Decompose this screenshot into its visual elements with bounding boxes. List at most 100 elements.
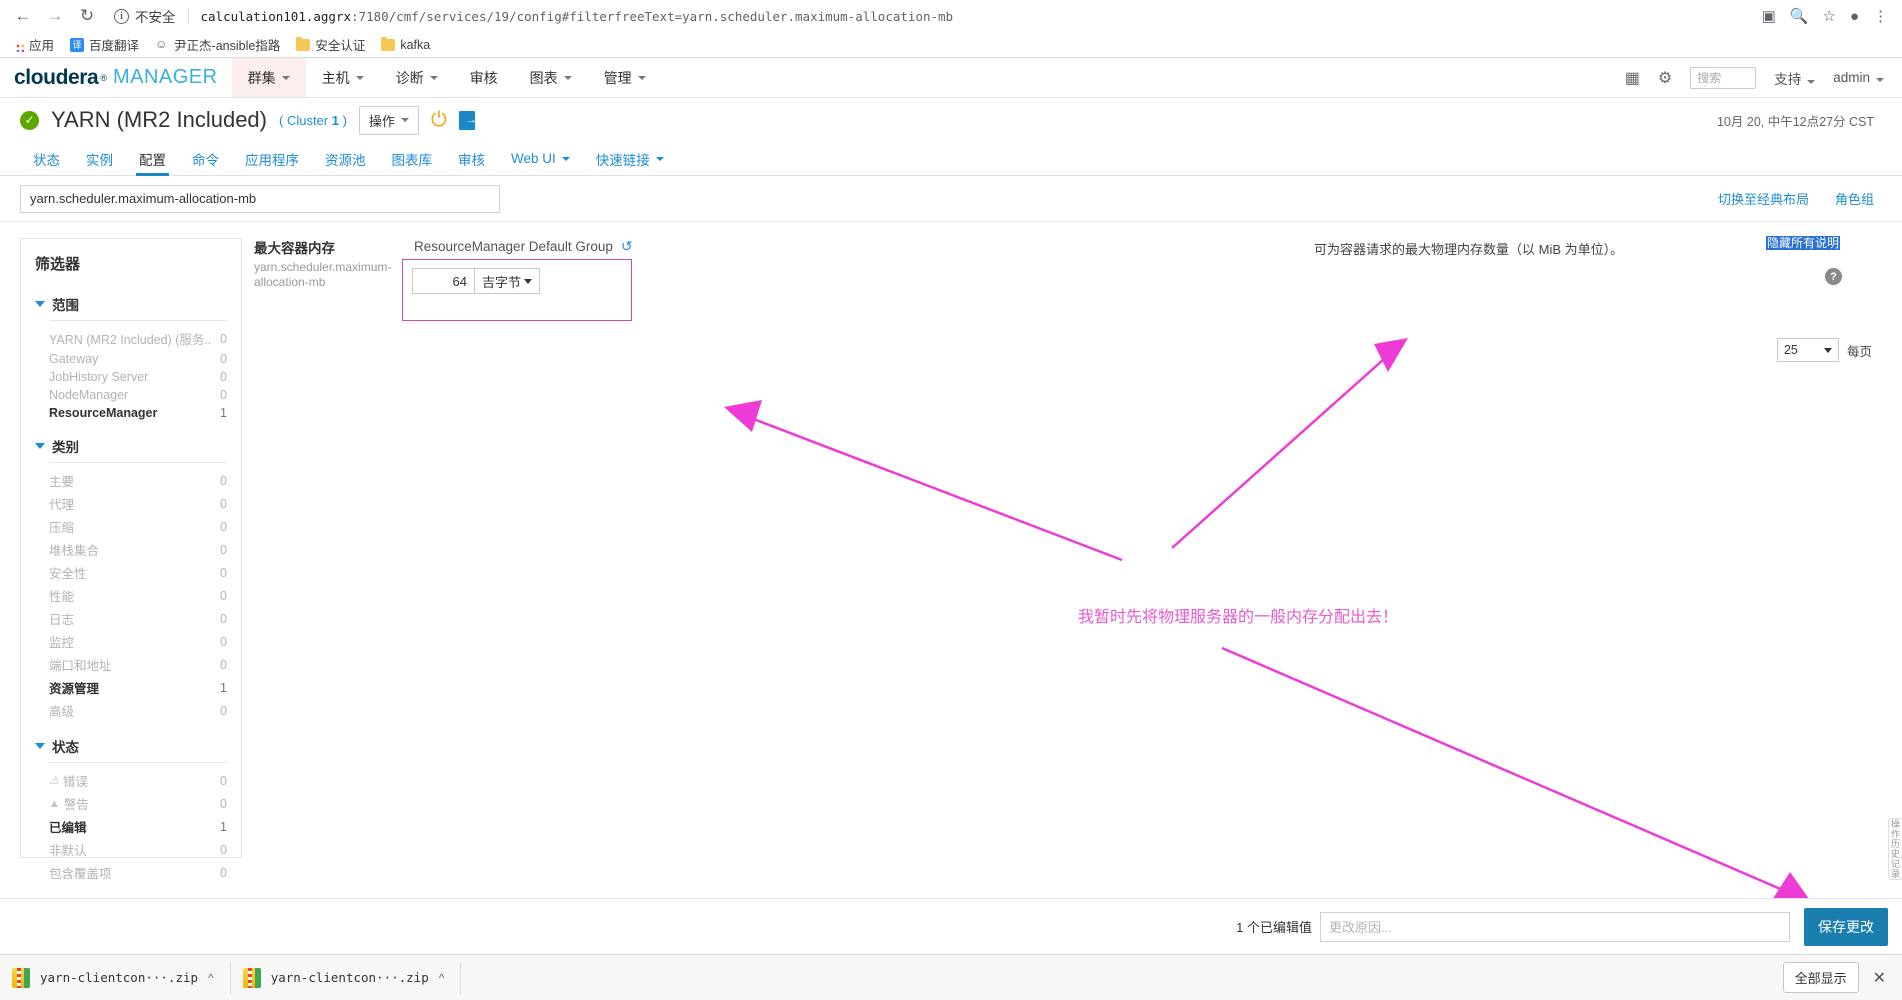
config-value-input[interactable]: 64: [412, 268, 474, 294]
side-panel-toggle[interactable]: 操作历史记录: [1888, 818, 1902, 880]
tab-quick-links[interactable]: 快速链接: [583, 142, 677, 175]
filter-item-main[interactable]: 主要 0: [35, 469, 227, 492]
nav-label: 图表: [529, 69, 558, 86]
tab-resource-pools[interactable]: 资源池: [312, 142, 379, 175]
filter-item-resource-management[interactable]: 资源管理 1: [35, 676, 227, 699]
menu-icon[interactable]: ⋮: [1873, 7, 1888, 25]
filter-item-count: 1: [220, 819, 227, 834]
filter-item-count: 0: [220, 773, 227, 788]
reload-icon[interactable]: ↻: [74, 3, 100, 29]
filter-item-monitoring[interactable]: 监控 0: [35, 630, 227, 653]
tab-label: 实例: [86, 152, 113, 168]
nav-item-administration[interactable]: 管理: [588, 58, 662, 97]
filter-group-header[interactable]: 范围: [35, 294, 227, 318]
filter-group-header[interactable]: 状态: [35, 736, 227, 760]
filter-group-header[interactable]: 类别: [35, 436, 227, 460]
bookmark-baidu-translate[interactable]: 译 百度翻译: [70, 35, 139, 54]
bookmark-kafka-folder[interactable]: kafka: [381, 36, 430, 52]
support-menu[interactable]: 支持: [1774, 68, 1816, 88]
filter-item-label: 资源管理: [49, 682, 100, 696]
filter-item-stacks-collection[interactable]: 堆栈集合 0: [35, 538, 227, 561]
filter-item-resourcemanager[interactable]: ResourceManager 1: [35, 404, 227, 422]
tab-applications[interactable]: 应用程序: [232, 142, 312, 175]
user-menu[interactable]: admin: [1833, 70, 1884, 85]
forward-arrow-icon[interactable]: →: [42, 3, 68, 29]
per-page-select[interactable]: 25: [1776, 338, 1839, 362]
filter-item-compression[interactable]: 压缩 0: [35, 515, 227, 538]
bookmark-security-folder[interactable]: 安全认证: [296, 35, 365, 54]
config-property-key: yarn.scheduler.maximum-allocation-mb: [254, 260, 392, 289]
bookmark-apps[interactable]: 应用: [10, 35, 54, 54]
reset-icon[interactable]: ↺: [621, 238, 633, 255]
translate-icon: 译: [70, 37, 85, 52]
divider: [49, 762, 227, 763]
nav-item-charts[interactable]: 图表: [514, 58, 588, 97]
download-client-config-icon[interactable]: [458, 110, 477, 130]
tab-commands[interactable]: 命令: [179, 142, 232, 175]
change-reason-input[interactable]: 更改原因...: [1320, 911, 1790, 942]
tab-configuration[interactable]: 配置: [126, 142, 179, 176]
nav-item-hosts[interactable]: 主机: [306, 58, 380, 97]
filter-item-jobhistory-server[interactable]: JobHistory Server 0: [35, 368, 227, 386]
download-item[interactable]: yarn-clientcon···.zip ^: [241, 961, 462, 994]
translate-icon[interactable]: ▣: [1762, 7, 1776, 25]
back-arrow-icon[interactable]: ←: [10, 3, 36, 29]
filter-item-label: NodeManager: [49, 388, 129, 402]
tab-web-ui[interactable]: Web UI: [498, 142, 583, 175]
filter-item-count: 0: [220, 657, 227, 672]
role-groups-link[interactable]: 角色组: [1835, 189, 1874, 208]
download-shelf-actions: 全部显示 ✕: [1782, 962, 1892, 993]
logo-cloudera-text: cloudera: [14, 65, 99, 89]
nav-label: 群集: [247, 69, 276, 86]
cloudera-logo[interactable]: cloudera ® MANAGER: [0, 58, 232, 97]
save-changes-button[interactable]: 保存更改: [1804, 907, 1888, 946]
filter-item-yarn-service[interactable]: YARN (MR2 Included) (服务... 0: [35, 327, 227, 350]
filter-item-advanced[interactable]: 高级 0: [35, 699, 227, 722]
filter-item-performance[interactable]: 性能 0: [35, 584, 227, 607]
global-search-input[interactable]: 搜索: [1690, 66, 1757, 89]
tab-audits[interactable]: 审核: [445, 142, 498, 175]
filter-item-warnings[interactable]: ▲ 警告 0: [35, 792, 227, 815]
tab-chart-library[interactable]: 图表库: [379, 142, 446, 175]
parcels-icon[interactable]: ▦: [1625, 68, 1640, 88]
filter-item-has-overrides[interactable]: 包含覆盖项 0: [35, 861, 227, 884]
filter-item-gateway[interactable]: Gateway 0: [35, 350, 227, 368]
filter-item-errors[interactable]: ⚠ 错误 0: [35, 769, 227, 792]
nav-item-clusters[interactable]: 群集: [231, 58, 306, 97]
config-search-input[interactable]: yarn.scheduler.maximum-allocation-mb: [20, 184, 500, 213]
per-page-control: 25 每页: [1776, 338, 1872, 362]
profile-icon[interactable]: ●: [1850, 8, 1859, 25]
filter-item-non-default[interactable]: 非默认 0: [35, 838, 227, 861]
chevron-down-icon: [637, 75, 646, 80]
annotation-text: 我暂时先将物理服务器的一般内存分配出去！: [1078, 609, 1399, 626]
config-search-value: yarn.scheduler.maximum-allocation-mb: [30, 191, 257, 206]
close-icon[interactable]: ✕: [1873, 968, 1886, 988]
tab-instances[interactable]: 实例: [73, 142, 126, 175]
config-unit-select[interactable]: 吉字节: [474, 268, 540, 294]
nav-item-audits[interactable]: 审核: [454, 58, 514, 97]
filter-item-nodemanager[interactable]: NodeManager 0: [35, 386, 227, 404]
filter-item-proxy[interactable]: 代理 0: [35, 492, 227, 515]
bookmark-ansible-guide[interactable]: ☺ 尹正杰-ansible指路: [155, 35, 280, 54]
chevron-up-icon[interactable]: ^: [208, 971, 214, 985]
address-bar[interactable]: i 不安全 calculation101.aggrx:7180/cmf/serv…: [106, 4, 1756, 28]
filter-item-edited[interactable]: 已编辑 1: [35, 815, 227, 838]
help-icon[interactable]: ?: [1825, 268, 1842, 285]
nav-item-diagnostics[interactable]: 诊断: [380, 58, 454, 97]
cluster-link[interactable]: ( Cluster 1 ): [279, 113, 347, 128]
actions-button[interactable]: 操作: [358, 105, 419, 135]
filter-item-security[interactable]: 安全性 0: [35, 561, 227, 584]
download-item[interactable]: yarn-clientcon···.zip ^: [10, 961, 231, 994]
switch-classic-layout-link[interactable]: 切换至经典布局: [1718, 189, 1809, 208]
power-icon[interactable]: ⏻: [431, 109, 447, 132]
bookmark-star-icon[interactable]: ☆: [1822, 7, 1835, 25]
site-info-icon[interactable]: i: [114, 8, 129, 24]
tab-status[interactable]: 状态: [20, 142, 73, 175]
search-icon[interactable]: 🔍: [1790, 7, 1809, 25]
filter-item-ports-and-addresses[interactable]: 端口和地址 0: [35, 653, 227, 676]
filter-item-logs[interactable]: 日志 0: [35, 607, 227, 630]
chevron-up-icon[interactable]: ^: [439, 971, 445, 985]
config-value-box: 64 吉字节: [402, 259, 632, 321]
show-all-downloads-button[interactable]: 全部显示: [1782, 962, 1859, 993]
running-commands-icon[interactable]: ⚙: [1658, 68, 1672, 88]
